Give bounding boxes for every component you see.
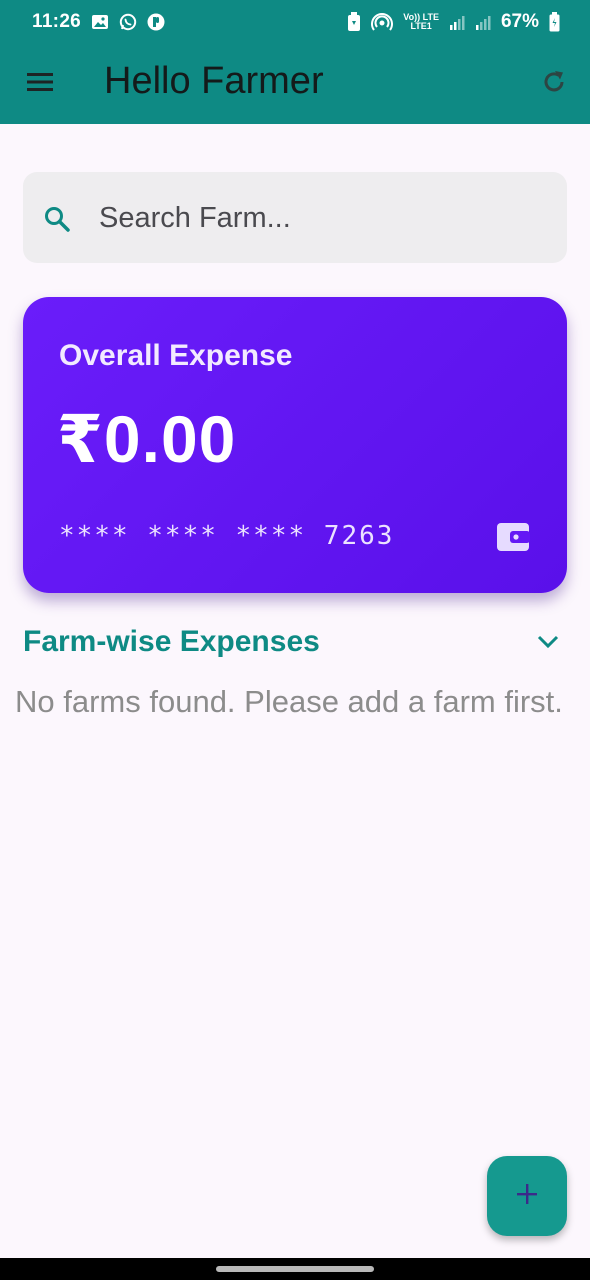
section-title: Farm-wise Expenses [23, 625, 320, 658]
search-bar[interactable] [23, 172, 567, 263]
card-number: **** **** **** 7263 [59, 521, 395, 551]
farm-wise-expenses-header[interactable]: Farm-wise Expenses [23, 620, 567, 664]
hotspot-icon [371, 12, 394, 32]
refresh-button[interactable] [538, 68, 570, 100]
overall-expense-card[interactable]: Overall Expense ₹0.00 **** **** **** 726… [23, 297, 567, 593]
search-input[interactable] [97, 194, 547, 242]
add-farm-button[interactable] [487, 1156, 567, 1236]
battery-percentage: 67% [500, 11, 539, 32]
plus-icon [515, 1182, 539, 1211]
menu-icon [26, 71, 54, 98]
empty-state-message: No farms found. Please add a farm first. [15, 684, 563, 719]
image-icon [91, 14, 109, 30]
battery-saver-icon [347, 12, 361, 32]
home-indicator[interactable] [216, 1266, 374, 1272]
status-bar-left: 11:26 [32, 11, 165, 33]
refresh-icon [541, 69, 567, 100]
expense-amount: ₹0.00 [57, 402, 237, 476]
menu-button[interactable] [24, 68, 56, 100]
signal-icon [449, 14, 465, 30]
signal-icon [475, 14, 491, 30]
whatsapp-icon [119, 13, 137, 31]
status-bar: 11:26 Vo)) LTE LTE1 67% [0, 0, 590, 44]
card-title: Overall Expense [59, 339, 293, 372]
app-notification-icon [147, 13, 165, 31]
chevron-down-icon[interactable] [537, 635, 559, 649]
page-title: Hello Farmer [104, 60, 324, 102]
status-time: 11:26 [32, 11, 82, 32]
battery-icon [549, 12, 560, 32]
app-bar: Hello Farmer [0, 44, 590, 124]
wallet-icon [496, 521, 530, 558]
lte-bottom-label: LTE1 [410, 21, 432, 31]
status-bar-right: Vo)) LTE LTE1 67% [347, 11, 560, 33]
lte-icon: Vo)) LTE LTE1 [403, 13, 439, 31]
search-icon [43, 205, 71, 238]
